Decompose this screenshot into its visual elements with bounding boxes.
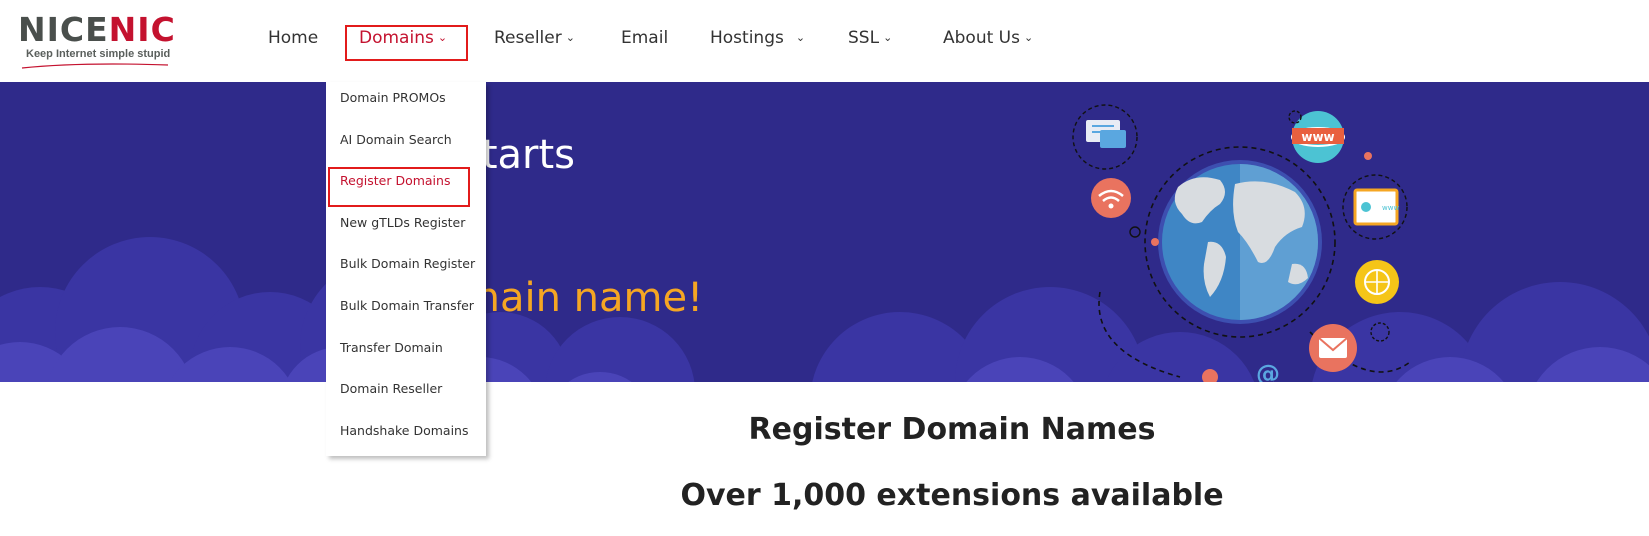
nav-domains-highlight-box bbox=[345, 25, 468, 61]
globe-icon bbox=[1355, 260, 1399, 304]
chat-icon bbox=[1072, 104, 1138, 170]
chevron-down-icon: ⌄ bbox=[1023, 31, 1034, 44]
nav-email[interactable]: Email bbox=[621, 26, 668, 50]
dropdown-item-bulk-domain-transfer[interactable]: Bulk Domain Transfer bbox=[340, 297, 474, 315]
dropdown-item-new-gtlds-register[interactable]: New gTLDs Register bbox=[340, 214, 465, 232]
chevron-down-icon: ⌄ bbox=[565, 31, 575, 44]
chevron-down-icon: ⌄ bbox=[883, 31, 893, 44]
logo-tagline: Keep Internet simple stupid bbox=[26, 48, 171, 60]
browser-icon: www bbox=[1342, 174, 1408, 240]
logo-swoosh-icon bbox=[21, 63, 169, 69]
register-domains-highlight-box bbox=[328, 167, 470, 207]
svg-text:www: www bbox=[1382, 204, 1399, 212]
dropdown-item-bulk-domain-register[interactable]: Bulk Domain Register bbox=[340, 255, 475, 273]
wifi-icon bbox=[1091, 178, 1131, 218]
mail-icon bbox=[1309, 324, 1357, 372]
at-icon: @ bbox=[1256, 360, 1280, 382]
hero-banner: starts main name! www www @ bbox=[0, 82, 1649, 382]
domains-dropdown-menu: Domain PROMOs AI Domain Search Register … bbox=[326, 82, 486, 456]
dropdown-item-ai-domain-search[interactable]: AI Domain Search bbox=[340, 131, 452, 149]
svg-text:@: @ bbox=[1256, 360, 1280, 382]
page: NICENIC Keep Internet simple stupid Home… bbox=[0, 0, 1649, 536]
www-icon: www bbox=[1291, 111, 1345, 163]
nav-home[interactable]: Home bbox=[268, 26, 318, 50]
svg-text:www: www bbox=[1301, 130, 1334, 144]
dropdown-item-domain-promos[interactable]: Domain PROMOs bbox=[340, 89, 446, 107]
nav-about-us[interactable]: About Us ⌄ bbox=[943, 26, 1033, 50]
dropdown-item-transfer-domain[interactable]: Transfer Domain bbox=[340, 339, 443, 357]
banner-headline-line2: main name! bbox=[461, 275, 704, 321]
globe-illustration: www www @ bbox=[1072, 104, 1411, 382]
logo-wordmark: NICENIC bbox=[18, 10, 176, 49]
nav-reseller[interactable]: Reseller ⌄ bbox=[494, 26, 575, 50]
chevron-down-icon: ⌄ bbox=[795, 31, 806, 44]
nav-hostings[interactable]: Hostings ⌄ bbox=[710, 26, 805, 50]
dropdown-item-domain-reseller[interactable]: Domain Reseller bbox=[340, 380, 442, 398]
site-header: NICENIC Keep Internet simple stupid Home… bbox=[0, 0, 1649, 80]
page-subtitle: Over 1,000 extensions available bbox=[680, 478, 1224, 513]
page-title: Register Domain Names bbox=[748, 412, 1156, 447]
nav-ssl[interactable]: SSL ⌄ bbox=[848, 26, 892, 50]
site-logo[interactable]: NICENIC Keep Internet simple stupid bbox=[18, 10, 183, 69]
